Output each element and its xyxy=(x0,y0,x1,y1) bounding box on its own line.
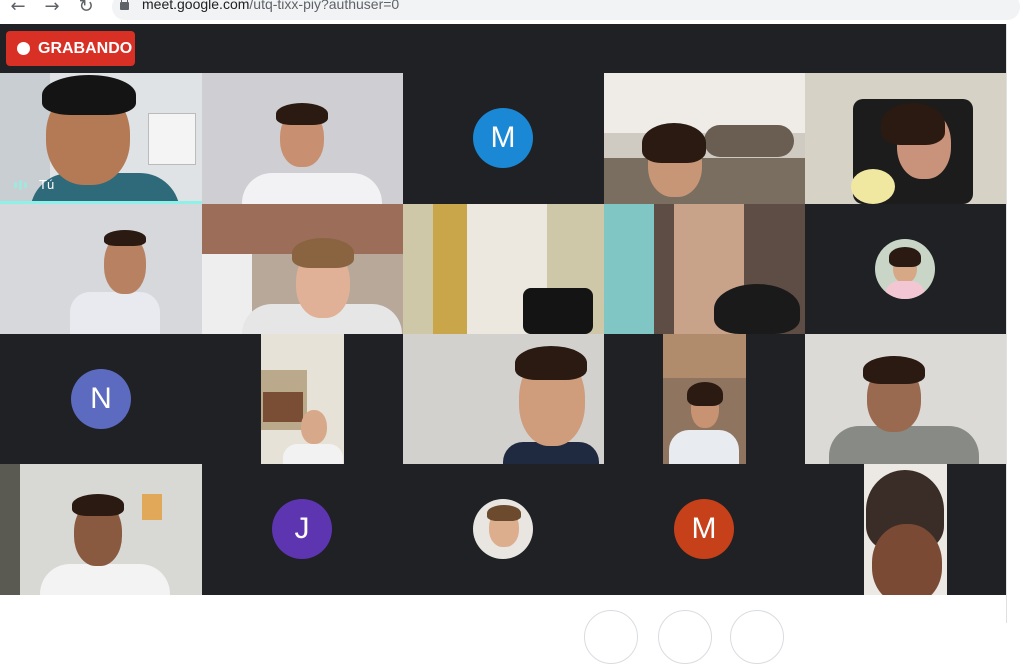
participant-tile-12[interactable] xyxy=(261,334,344,464)
participant-avatar: J xyxy=(272,499,332,559)
audio-level-icon xyxy=(14,179,27,190)
participant-tile-10[interactable] xyxy=(805,204,1006,334)
lock-icon xyxy=(120,0,129,10)
participant-tile-7[interactable] xyxy=(202,204,403,334)
url-host: meet.google.com xyxy=(142,0,250,12)
participant-tile-17[interactable]: J xyxy=(202,464,403,595)
participant-avatar: M xyxy=(473,108,533,168)
meeting-controls-bar xyxy=(0,595,1006,623)
participant-avatar: N xyxy=(71,369,131,429)
participant-tile-8[interactable] xyxy=(403,204,604,334)
participant-tile-19[interactable]: M xyxy=(604,464,805,595)
arrow-left-icon[interactable]: ← xyxy=(8,0,28,16)
participant-photo-avatar xyxy=(875,239,935,299)
participant-tile-4[interactable] xyxy=(604,73,805,204)
participant-tile-14[interactable] xyxy=(663,334,746,464)
arrow-right-icon[interactable]: → xyxy=(42,0,62,16)
participant-tile-16[interactable] xyxy=(0,464,202,595)
address-bar[interactable]: meet.google.com/utq-tixx-piy?authuser=0 xyxy=(112,0,1020,20)
participant-tile-5[interactable] xyxy=(805,73,1006,204)
browser-toolbar: ← → ↻ meet.google.com/utq-tixx-piy?authu… xyxy=(0,0,1024,24)
recording-label: GRABANDO xyxy=(38,39,133,57)
participant-tile-3[interactable]: M xyxy=(403,73,604,204)
participant-tile-15[interactable] xyxy=(805,334,1006,464)
participant-tile-self[interactable]: Tú xyxy=(0,73,202,204)
participant-tile-20[interactable] xyxy=(864,464,947,595)
participant-avatar: M xyxy=(674,499,734,559)
participant-tile-18[interactable] xyxy=(403,464,604,595)
participant-tile-2[interactable] xyxy=(202,73,403,204)
camera-button[interactable] xyxy=(730,610,784,664)
self-name-tag: Tú xyxy=(14,177,54,192)
url-path: /utq-tixx-piy?authuser=0 xyxy=(249,0,400,12)
hang-up-button[interactable] xyxy=(658,610,712,664)
url-text: meet.google.com/utq-tixx-piy?authuser=0 xyxy=(142,0,399,12)
participant-tile-9[interactable] xyxy=(604,204,805,334)
participant-photo-avatar xyxy=(473,499,533,559)
self-name: Tú xyxy=(39,177,55,192)
recording-badge: GRABANDO xyxy=(6,31,135,66)
right-panel-edge xyxy=(1006,24,1024,623)
reload-icon[interactable]: ↻ xyxy=(76,0,96,16)
record-dot-icon xyxy=(17,42,30,55)
participant-tile-13[interactable] xyxy=(403,334,604,464)
participant-tile-6[interactable] xyxy=(0,204,202,334)
microphone-button[interactable] xyxy=(584,610,638,664)
participant-tile-11[interactable]: N xyxy=(0,334,202,464)
